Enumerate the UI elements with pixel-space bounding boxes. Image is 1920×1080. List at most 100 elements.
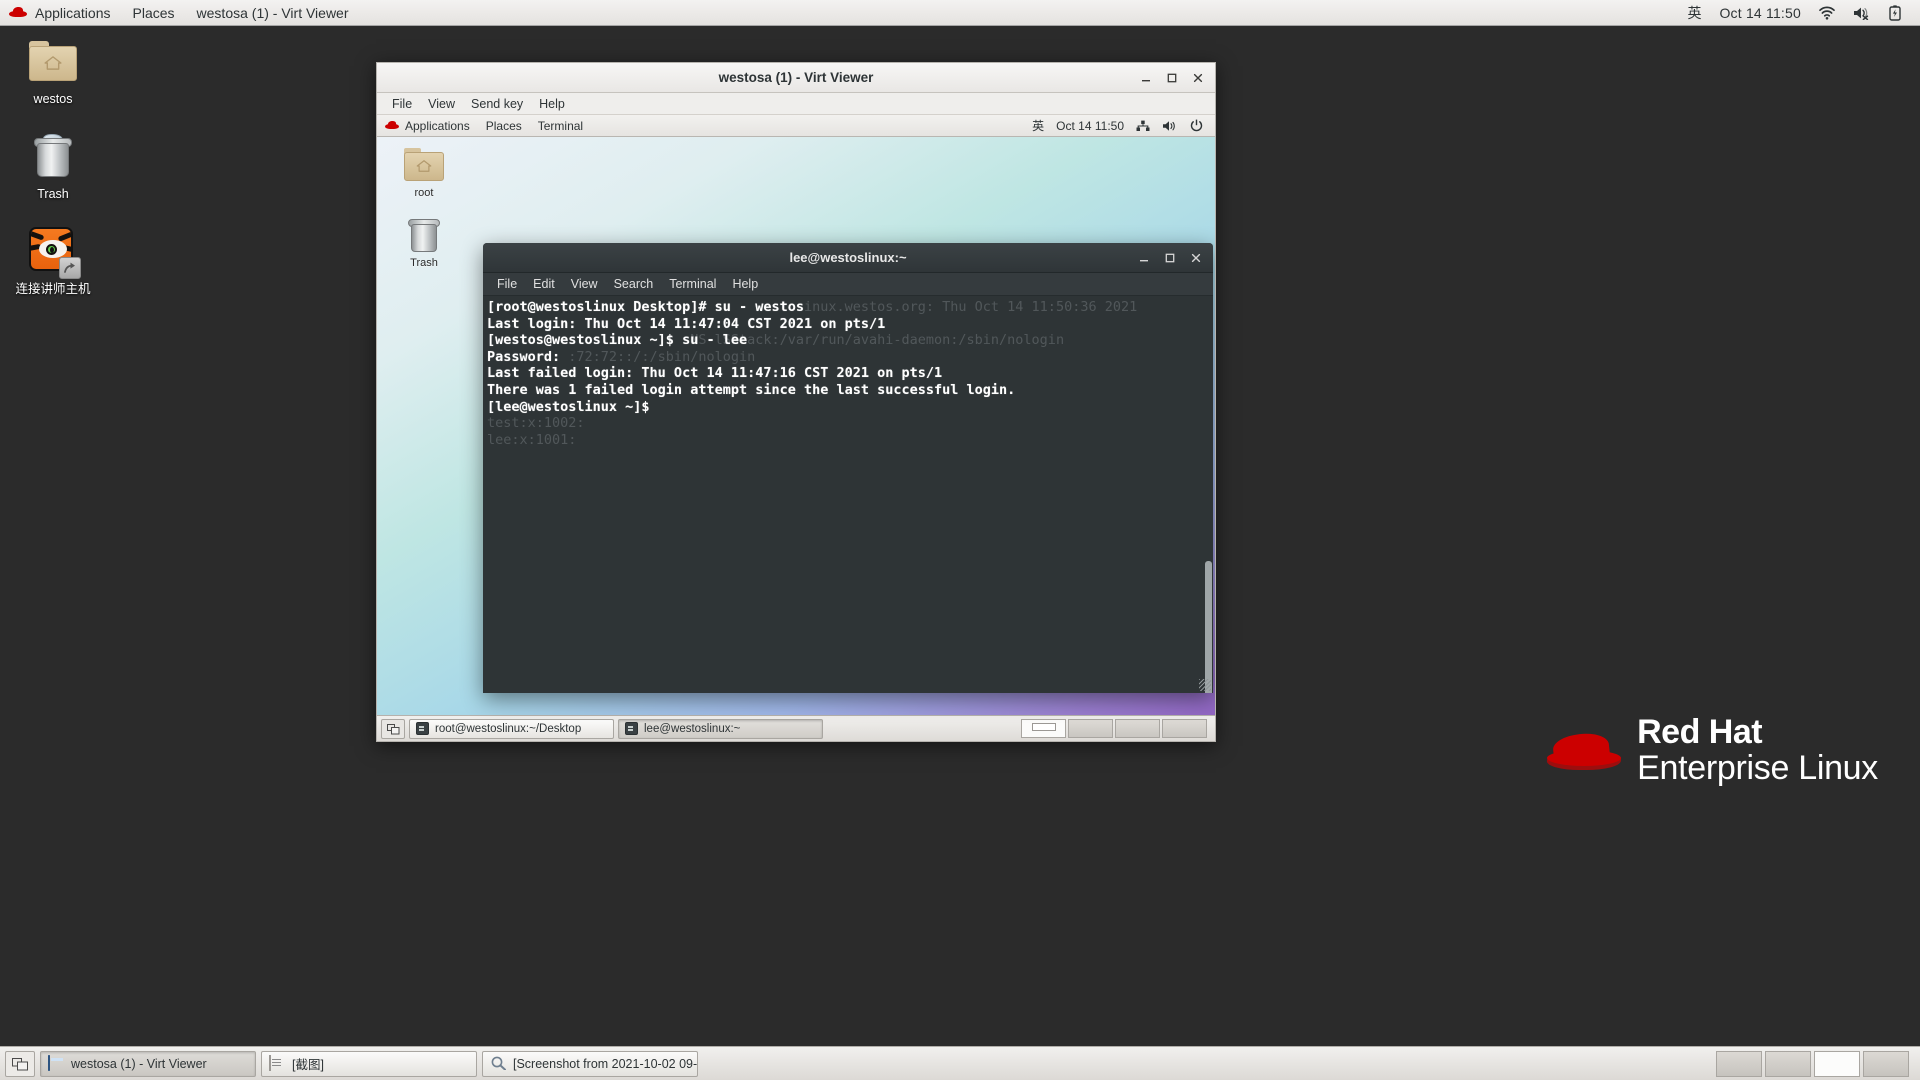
terminal-maximize-button[interactable] <box>1157 245 1183 271</box>
terminal-menu-terminal[interactable]: Terminal <box>661 277 724 291</box>
terminal-minimize-button[interactable] <box>1131 245 1157 271</box>
task-button-screenshot-tool[interactable]: [截图] <box>261 1051 477 1077</box>
virt-viewer-titlebar[interactable]: westosa (1) - Virt Viewer <box>377 63 1215 93</box>
terminal-menu-help[interactable]: Help <box>724 277 766 291</box>
virt-viewer-window: westosa (1) - Virt Viewer File View Send… <box>376 62 1216 742</box>
top-panel-status-area: 英 Oct 14 11:50 <box>1678 0 1920 26</box>
desktop-icon-label: Trash <box>14 187 92 202</box>
terminal-menubar: File Edit View Search Terminal Help <box>483 273 1213 296</box>
active-window-label: westosa (1) - Virt Viewer <box>197 5 349 21</box>
desktop-icon-westos[interactable]: westos <box>14 34 92 107</box>
applications-menu[interactable]: Applications <box>0 0 122 26</box>
task-button-virt-viewer[interactable]: westosa (1) - Virt Viewer <box>40 1051 256 1077</box>
terminal-menu-file[interactable]: File <box>489 277 525 291</box>
show-desktop-button[interactable] <box>5 1051 35 1077</box>
active-window-menu[interactable]: westosa (1) - Virt Viewer <box>186 0 360 26</box>
clock[interactable]: Oct 14 11:50 <box>1710 0 1810 26</box>
terminal-menu-view[interactable]: View <box>563 277 606 291</box>
volume-icon-svg <box>1162 120 1178 132</box>
battery-icon-svg <box>1889 5 1901 21</box>
terminal-menu-search[interactable]: Search <box>606 277 662 291</box>
virt-viewer-window-controls <box>1133 65 1215 91</box>
vm-workspace-1[interactable] <box>1021 719 1066 738</box>
workspace-switcher[interactable] <box>1716 1051 1915 1077</box>
vm-workspace-2[interactable] <box>1068 719 1113 738</box>
desktop-icon-label: westos <box>14 92 92 107</box>
terminal-titlebar[interactable]: lee@westoslinux:~ <box>483 243 1213 273</box>
vm-volume-icon[interactable] <box>1156 120 1184 132</box>
vm-workspace-4[interactable] <box>1162 719 1207 738</box>
terminal-resize-grip[interactable] <box>1199 679 1211 691</box>
wifi-icon[interactable] <box>1810 0 1844 26</box>
terminal-window: lee@westoslinux:~ File Edit View <box>483 243 1213 693</box>
vm-clock-label: Oct 14 11:50 <box>1056 119 1124 133</box>
vm-power-icon[interactable] <box>1184 119 1209 132</box>
terminal-menu-edit[interactable]: Edit <box>525 277 563 291</box>
volume-muted-icon[interactable] <box>1844 0 1880 26</box>
vm-guest-screen[interactable]: Applications Places Terminal 英 Oct 14 11… <box>377 115 1215 741</box>
vm-desktop-icon-root[interactable]: root <box>393 143 455 199</box>
vm-input-method-label: 英 <box>1032 117 1044 134</box>
places-menu[interactable]: Places <box>122 0 186 26</box>
workspace-3[interactable] <box>1814 1051 1860 1077</box>
vm-task-button[interactable]: lee@westoslinux:~ <box>618 719 823 739</box>
vm-task-label: lee@westoslinux:~ <box>644 723 740 735</box>
terminal-scrollbar-thumb[interactable] <box>1205 561 1212 693</box>
vm-clock[interactable]: Oct 14 11:50 <box>1050 119 1130 133</box>
power-icon-svg <box>1190 119 1203 132</box>
workspace-4[interactable] <box>1863 1051 1909 1077</box>
home-folder-icon <box>393 143 455 185</box>
terminal-title: lee@westoslinux:~ <box>483 250 1213 265</box>
terminal-scrollbar[interactable] <box>1204 296 1213 693</box>
workspace-2[interactable] <box>1765 1051 1811 1077</box>
vm-status-area: 英 Oct 14 11:50 <box>1026 117 1215 134</box>
redhat-logo-icon <box>384 120 400 131</box>
vm-workspace-switcher[interactable] <box>1021 719 1211 738</box>
terminal-window-controls <box>1131 245 1213 271</box>
home-glyph-icon <box>44 56 62 70</box>
desktop-icon-connect-host[interactable]: 连接讲师主机 <box>14 224 92 297</box>
vm-task-button[interactable]: root@westoslinux:~/Desktop <box>409 719 614 739</box>
top-panel: Applications Places westosa (1) - Virt V… <box>0 0 1920 26</box>
input-method-indicator[interactable]: 英 <box>1678 0 1710 26</box>
menu-file[interactable]: File <box>384 97 420 111</box>
redhat-logo-icon <box>1547 722 1621 778</box>
vm-desktop-icon-trash[interactable]: Trash <box>393 213 455 269</box>
vm-show-desktop-button[interactable] <box>381 719 405 739</box>
menu-help[interactable]: Help <box>531 97 573 111</box>
terminal-close-button[interactable] <box>1183 245 1209 271</box>
vm-places-menu[interactable]: Places <box>478 119 530 133</box>
close-button[interactable] <box>1185 65 1211 91</box>
vm-desktop-icon-label: root <box>393 187 455 199</box>
vm-desktop-icon-area: root Trash <box>393 143 455 283</box>
vm-applications-menu[interactable]: Applications <box>377 119 478 133</box>
tiger-app-icon <box>14 224 92 278</box>
terminal-output-area[interactable]: inux.westos.org: Thu Oct 14 11:50:36 202… <box>483 296 1213 693</box>
vm-input-method-indicator[interactable]: 英 <box>1026 117 1050 134</box>
vm-active-window-menu[interactable]: Terminal <box>530 119 591 133</box>
virt-viewer-icon <box>48 1056 64 1072</box>
battery-icon[interactable] <box>1880 0 1910 26</box>
show-desktop-icon <box>12 1057 28 1071</box>
vm-network-icon[interactable] <box>1130 120 1156 132</box>
desktop-icon-trash[interactable]: Trash <box>14 129 92 202</box>
vm-workspace-3[interactable] <box>1115 719 1160 738</box>
brand-line-2: Enterprise Linux <box>1637 750 1878 786</box>
vm-desktop-icon-label: Trash <box>393 257 455 269</box>
taskbar: westosa (1) - Virt Viewer [截图] [Screensh… <box>0 1046 1920 1080</box>
minimize-button[interactable] <box>1133 65 1159 91</box>
menu-send-key[interactable]: Send key <box>463 97 531 111</box>
menu-view[interactable]: View <box>420 97 463 111</box>
maximize-button[interactable] <box>1159 65 1185 91</box>
applications-menu-label: Applications <box>35 5 111 21</box>
terminal-icon <box>625 722 638 735</box>
redhat-logo-icon <box>8 6 28 20</box>
workspace-1[interactable] <box>1716 1051 1762 1077</box>
desktop-icon-area: westos Trash <box>14 34 92 319</box>
task-button-screenshot-image[interactable]: [Screenshot from 2021-10-02 09-... <box>482 1051 698 1077</box>
clock-label: Oct 14 11:50 <box>1719 5 1801 21</box>
virt-viewer-menubar: File View Send key Help <box>377 93 1215 115</box>
vm-top-panel: Applications Places Terminal 英 Oct 14 11… <box>377 115 1215 137</box>
task-label: [Screenshot from 2021-10-02 09-... <box>513 1057 698 1071</box>
rhel-brand: Red Hat Enterprise Linux <box>1547 714 1878 786</box>
